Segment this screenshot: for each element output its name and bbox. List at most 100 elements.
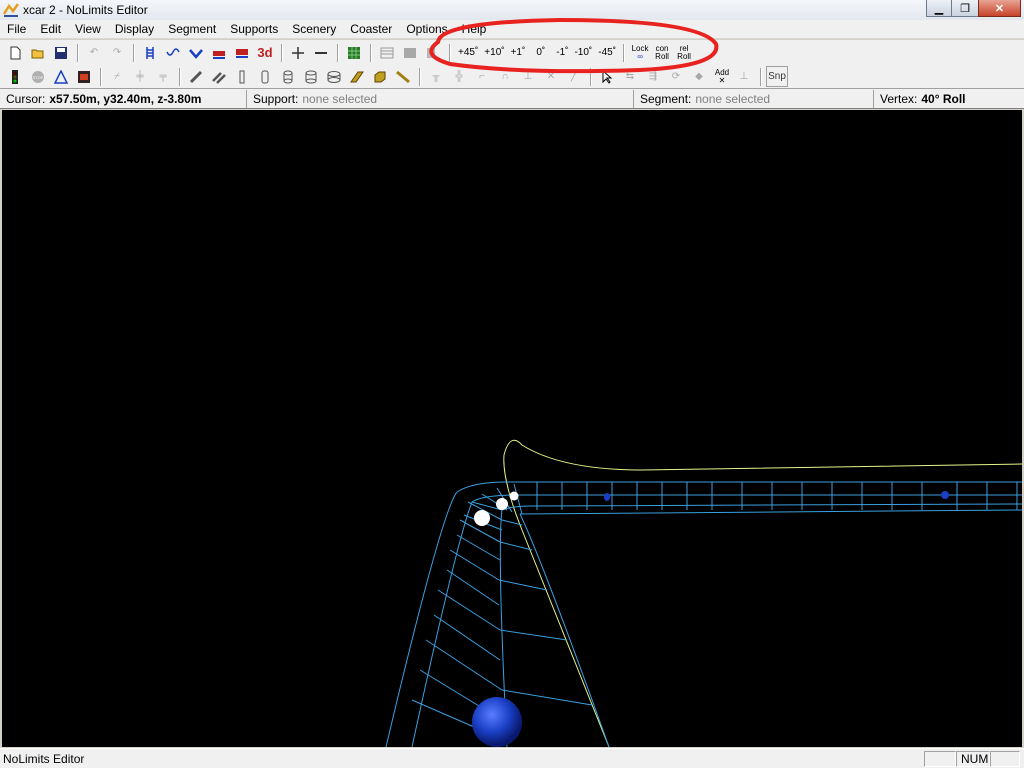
table-view-icon[interactable] [376,42,398,63]
footer-cross-icon[interactable]: ╬ [448,66,470,87]
stop-icon[interactable]: STOP [27,66,49,87]
pillar-icon[interactable] [254,66,276,87]
vertex-handle-medium[interactable] [496,498,508,510]
close-button[interactable]: ✕ [978,0,1021,17]
select-cursor-icon[interactable] [596,66,618,87]
track-dip-icon[interactable] [185,42,207,63]
menu-file[interactable]: File [0,20,33,39]
cursor-status: Cursor: x57.50m, y32.40m, z-3.80m [0,89,247,108]
tube-double-icon[interactable] [208,66,230,87]
roll-minus-10-button[interactable]: -10˚ [571,42,595,63]
menu-options[interactable]: Options [399,20,454,39]
remove-vertex-icon[interactable] [310,42,332,63]
toolbar-separator [77,43,79,62]
ground-support-icon[interactable]: ⊥ [733,66,755,87]
roll-plus-1-button[interactable]: +1˚ [508,42,529,63]
block-icon[interactable] [369,66,391,87]
beam-icon[interactable] [392,66,414,87]
rotate-support-icon[interactable]: ⟳ [665,66,687,87]
tube-diagonal-icon[interactable] [185,66,207,87]
editor-viewport[interactable] [2,110,1022,747]
undo-icon[interactable]: ↶ [83,42,105,63]
footer-arch-icon[interactable]: ∩ [494,66,516,87]
shade-view-icon[interactable] [422,42,444,63]
roll-zero-button[interactable]: 0˚ [528,42,553,63]
track-curve-icon[interactable] [162,42,184,63]
segment-status: Segment: none selected [634,89,874,108]
toolbar-separator [337,43,339,62]
new-file-icon[interactable] [4,42,26,63]
menu-segment[interactable]: Segment [161,20,223,39]
menu-supports[interactable]: Supports [223,20,285,39]
vertex-value: 40° Roll [921,91,966,106]
support-footer-icon[interactable]: ⌿ [106,66,128,87]
restore-button[interactable]: ❐ [952,0,978,17]
vertex-handle-large[interactable] [474,510,490,526]
roll-minus-45-button[interactable]: -45˚ [595,42,619,63]
menu-scenery[interactable]: Scenery [285,20,343,39]
support-status: Support: none selected [247,89,634,108]
roll-plus-10-button[interactable]: +10˚ [481,42,507,63]
toolbar-separator [133,43,135,62]
traffic-light-icon[interactable] [4,66,26,87]
add-vertex-icon[interactable] [287,42,309,63]
footer-app-name: NoLimits Editor [3,751,85,766]
segment-label: Segment: [640,91,692,106]
vertex-status: Vertex: 40° Roll [874,90,1024,108]
toolbar-separator [449,43,451,62]
rel-roll-button[interactable]: rel Roll [673,42,695,63]
selected-vertex-sphere[interactable] [472,697,522,747]
menu-bar: File Edit View Display Segment Supports … [0,20,1024,39]
plank-icon[interactable] [346,66,368,87]
footer-diagonal-icon[interactable]: ╱ [563,66,585,87]
segment-value: none selected [695,91,771,106]
cursor-value: x57.50m, y32.40m, z-3.80m [49,91,202,106]
station-icon[interactable] [73,66,95,87]
redo-icon[interactable]: ↷ [106,42,128,63]
footer-x-icon[interactable]: ✕ [540,66,562,87]
move-multi-icon[interactable]: ⇶ [642,66,664,87]
cylinder-small-icon[interactable] [277,66,299,87]
footer-stand-icon[interactable]: ⊥ [517,66,539,87]
grid-3d-icon[interactable] [343,42,365,63]
menu-edit[interactable]: Edit [33,20,68,39]
lock-roll-button[interactable]: Lock ∞ [629,42,651,63]
view-3d-button[interactable]: 3d [254,42,276,63]
snap-button[interactable]: Snp [766,66,788,87]
save-disk-icon[interactable] [50,42,72,63]
con-roll-button[interactable]: con Roll [651,42,673,63]
open-folder-icon[interactable] [27,42,49,63]
minimize-button[interactable]: ▁ [926,0,952,17]
window-title: xcar 2 - NoLimits Editor [23,3,148,17]
menu-help[interactable]: Help [455,20,494,39]
toolbar-separator [179,67,181,86]
toolbar-separator [370,43,372,62]
roll-plus-45-button[interactable]: +45˚ [455,42,481,63]
cylinder-medium-icon[interactable] [300,66,322,87]
toolbar-separator [760,67,762,86]
warning-triangle-icon[interactable] [50,66,72,87]
track-node-2[interactable] [941,491,949,499]
vertex-handle-small[interactable] [509,491,519,501]
support-connector-icon[interactable]: ╤ [152,66,174,87]
cursor-label: Cursor: [6,91,46,106]
lock-label-bottom: ∞ [637,51,643,61]
coaster-train-2-icon[interactable] [231,42,253,63]
coaster-train-icon[interactable] [208,42,230,63]
track-node-1[interactable] [604,493,610,501]
title-bar: xcar 2 - NoLimits Editor ▁ ❐ ✕ [0,0,1024,20]
footer-pillar-icon[interactable]: ╥ [425,66,447,87]
move-support-icon[interactable]: ⇆ [619,66,641,87]
menu-view[interactable]: View [68,20,108,39]
add-support-button[interactable]: Add ✕ [711,66,733,87]
footer-bracket-icon[interactable]: ⌐ [471,66,493,87]
support-beam-icon[interactable]: ╪ [129,66,151,87]
cylinder-large-icon[interactable] [323,66,345,87]
track-ladder-icon[interactable] [139,42,161,63]
menu-coaster[interactable]: Coaster [343,20,399,39]
solid-view-icon[interactable] [399,42,421,63]
roll-minus-1-button[interactable]: -1˚ [553,42,571,63]
support-node-icon[interactable]: ◆ [688,66,710,87]
pillar-thin-icon[interactable] [231,66,253,87]
menu-display[interactable]: Display [108,20,161,39]
